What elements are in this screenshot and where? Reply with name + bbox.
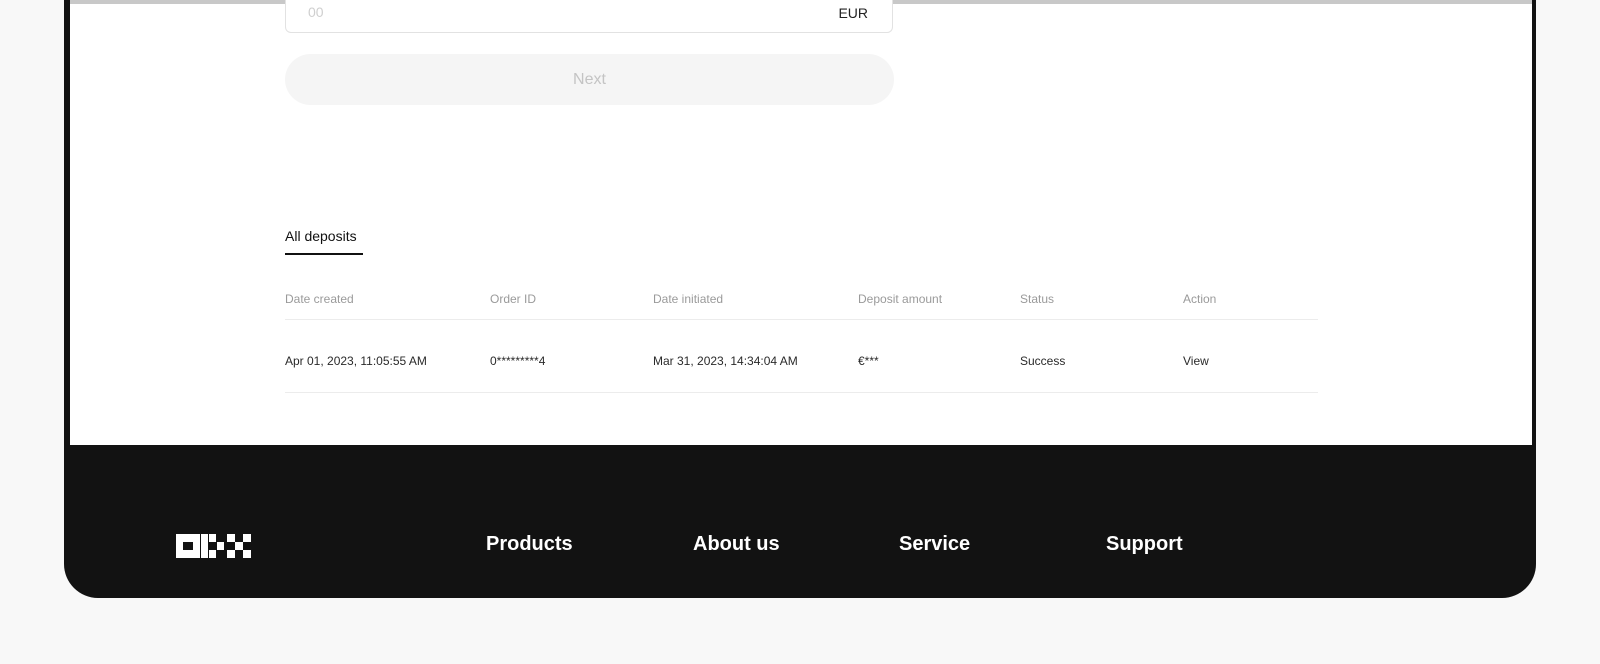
footer-link-products[interactable]: Products [486,533,573,556]
column-header-date-created: Date created [285,292,354,306]
footer-link-service[interactable]: Service [899,533,970,556]
amount-input[interactable] [308,4,728,20]
site-footer: Products About us Service Support [64,457,1536,598]
table-header-divider [285,319,1318,320]
cell-deposit-amount: €*** [858,354,879,368]
footer-link-about-us[interactable]: About us [693,533,780,556]
device-frame: EUR Next All deposits Date created Order… [64,0,1536,598]
column-header-order-id: Order ID [490,292,537,306]
column-header-date-initiated: Date initiated [653,292,724,306]
deposit-page: EUR Next All deposits Date created Order… [70,0,1532,445]
column-header-action: Action [1183,292,1217,306]
okx-logo-icon[interactable] [176,534,251,558]
currency-label: EUR [838,5,868,21]
tab-all-deposits[interactable]: All deposits [285,228,357,244]
column-header-deposit-amount: Deposit amount [858,292,943,306]
table-row-divider [285,392,1318,393]
cell-order-id: 0*********4 [490,354,546,368]
column-header-status: Status [1020,292,1055,306]
tab-active-indicator [285,253,363,255]
amount-field[interactable]: EUR [285,0,893,33]
cell-date-created: Apr 01, 2023, 11:05:55 AM [285,354,427,368]
cell-date-initiated: Mar 31, 2023, 14:34:04 AM [653,354,798,368]
footer-link-support[interactable]: Support [1106,533,1183,556]
view-link[interactable]: View [1183,354,1209,368]
cell-status: Success [1020,354,1066,368]
next-button[interactable]: Next [285,54,894,105]
